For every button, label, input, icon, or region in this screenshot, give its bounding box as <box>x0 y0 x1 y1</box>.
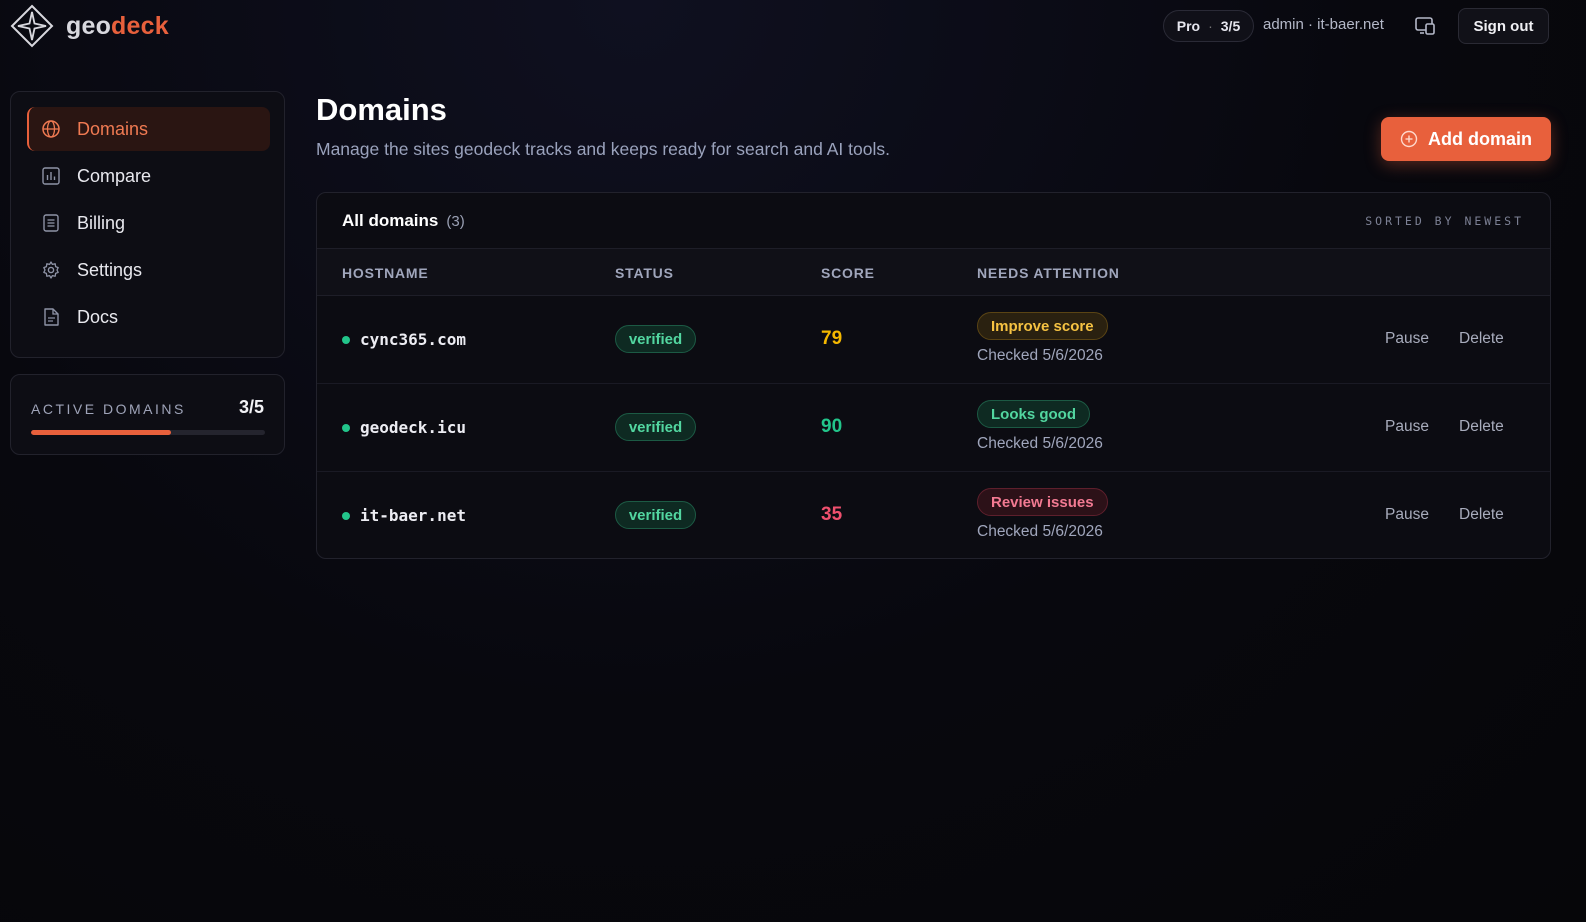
attention-badge[interactable]: Review issues <box>977 488 1108 516</box>
logo-text: geodeck <box>66 12 169 41</box>
score-value: 90 <box>821 416 843 437</box>
document-icon <box>44 308 59 326</box>
globe-icon <box>42 120 60 138</box>
quota-progress-fill <box>31 430 172 435</box>
checked-date: Checked 5/6/2026 <box>977 523 1103 540</box>
plan-name: Pro <box>1176 18 1201 34</box>
sidebar-item-label: Compare <box>77 165 152 186</box>
sidebar-item-label: Domains <box>77 118 149 139</box>
separator-dot: · <box>1208 18 1213 34</box>
quota-value: 3/5 <box>238 397 264 417</box>
table-title-text: All domains <box>342 211 439 230</box>
bar-chart-icon <box>42 167 60 185</box>
quota-label: ACTIVE DOMAINS <box>31 401 186 417</box>
table-header-bar: All domains (3) SORTED BY NEWEST <box>317 193 1550 249</box>
sidebar-item-settings[interactable]: Settings <box>27 248 270 292</box>
attention-badge[interactable]: Looks good <box>977 400 1090 428</box>
sidebar-item-billing[interactable]: Billing <box>27 201 270 245</box>
active-domains-card: ACTIVE DOMAINS 3/5 <box>10 374 285 455</box>
pause-button[interactable]: Pause <box>1385 506 1429 524</box>
page-subtitle: Manage the sites geodeck tracks and keep… <box>316 139 890 159</box>
score-value: 79 <box>821 328 843 349</box>
status-badge: verified <box>615 501 696 529</box>
sidebar-nav: Domains Compare Billing Settings Docs <box>10 91 285 358</box>
sidebar-item-label: Billing <box>77 212 126 233</box>
plan-usage: 3/5 <box>1220 18 1241 34</box>
pause-button[interactable]: Pause <box>1385 418 1429 436</box>
receipt-icon <box>43 214 59 232</box>
status-dot <box>342 511 350 520</box>
hostname[interactable]: geodeck.icu <box>360 418 466 437</box>
status-dot <box>342 423 350 432</box>
status-dot <box>342 335 350 344</box>
delete-button[interactable]: Delete <box>1459 506 1504 524</box>
status-badge: verified <box>615 413 696 441</box>
hostname-cell: it-baer.net <box>342 506 466 525</box>
display-toggle-icon[interactable] <box>1414 15 1436 37</box>
checked-date: Checked 5/6/2026 <box>977 347 1103 364</box>
logo-text-part2: deck <box>111 11 169 40</box>
hostname[interactable]: it-baer.net <box>360 506 466 525</box>
table-title: All domains (3) <box>342 211 465 231</box>
column-header-score: SCORE <box>821 265 875 281</box>
sidebar-item-label: Settings <box>77 259 143 280</box>
sidebar-item-label: Docs <box>77 306 119 327</box>
table-row: it-baer.net verified 35 Review issues Ch… <box>317 472 1550 558</box>
delete-button[interactable]: Delete <box>1459 330 1504 348</box>
delete-button[interactable]: Delete <box>1459 418 1504 436</box>
pause-button[interactable]: Pause <box>1385 330 1429 348</box>
sidebar-item-domains[interactable]: Domains <box>27 107 270 151</box>
domains-table: All domains (3) SORTED BY NEWEST HOSTNAME… <box>316 192 1551 559</box>
logo-text-part1: geo <box>66 11 112 40</box>
hostname[interactable]: cync365.com <box>360 330 466 349</box>
plus-circle-icon <box>1400 130 1418 148</box>
sort-label: SORTED BY NEWEST <box>1365 214 1524 228</box>
compass-star-icon <box>10 4 54 48</box>
attention-badge[interactable]: Improve score <box>977 312 1108 340</box>
gear-icon <box>43 261 59 279</box>
logo[interactable]: geodeck <box>10 4 169 48</box>
add-domain-button[interactable]: Add domain <box>1381 117 1551 161</box>
sign-out-button[interactable]: Sign out <box>1458 8 1549 44</box>
hostname-cell: geodeck.icu <box>342 418 466 437</box>
top-bar: geodeck Pro · 3/5 admin · it-baer.net Si… <box>0 0 1586 52</box>
page-title: Domains <box>316 92 447 127</box>
table-column-headers: HOSTNAME STATUS SCORE NEEDS ATTENTION <box>317 249 1550 296</box>
table-count: (3) <box>446 213 465 230</box>
quota-progress-track <box>31 430 265 435</box>
hostname-cell: cync365.com <box>342 330 466 349</box>
table-row: cync365.com verified 79 Improve score Ch… <box>317 296 1550 384</box>
account-label: admin · it-baer.net <box>1263 16 1384 33</box>
plan-badge[interactable]: Pro · 3/5 <box>1163 10 1254 42</box>
column-header-hostname: HOSTNAME <box>342 265 429 281</box>
sidebar-item-docs[interactable]: Docs <box>27 295 270 339</box>
sidebar-item-compare[interactable]: Compare <box>27 154 270 198</box>
column-header-status: STATUS <box>615 265 674 281</box>
table-row: geodeck.icu verified 90 Looks good Check… <box>317 384 1550 472</box>
column-header-needs-attention: NEEDS ATTENTION <box>977 265 1120 281</box>
status-badge: verified <box>615 325 696 353</box>
checked-date: Checked 5/6/2026 <box>977 435 1103 452</box>
score-value: 35 <box>821 504 843 525</box>
add-domain-label: Add domain <box>1428 128 1532 149</box>
